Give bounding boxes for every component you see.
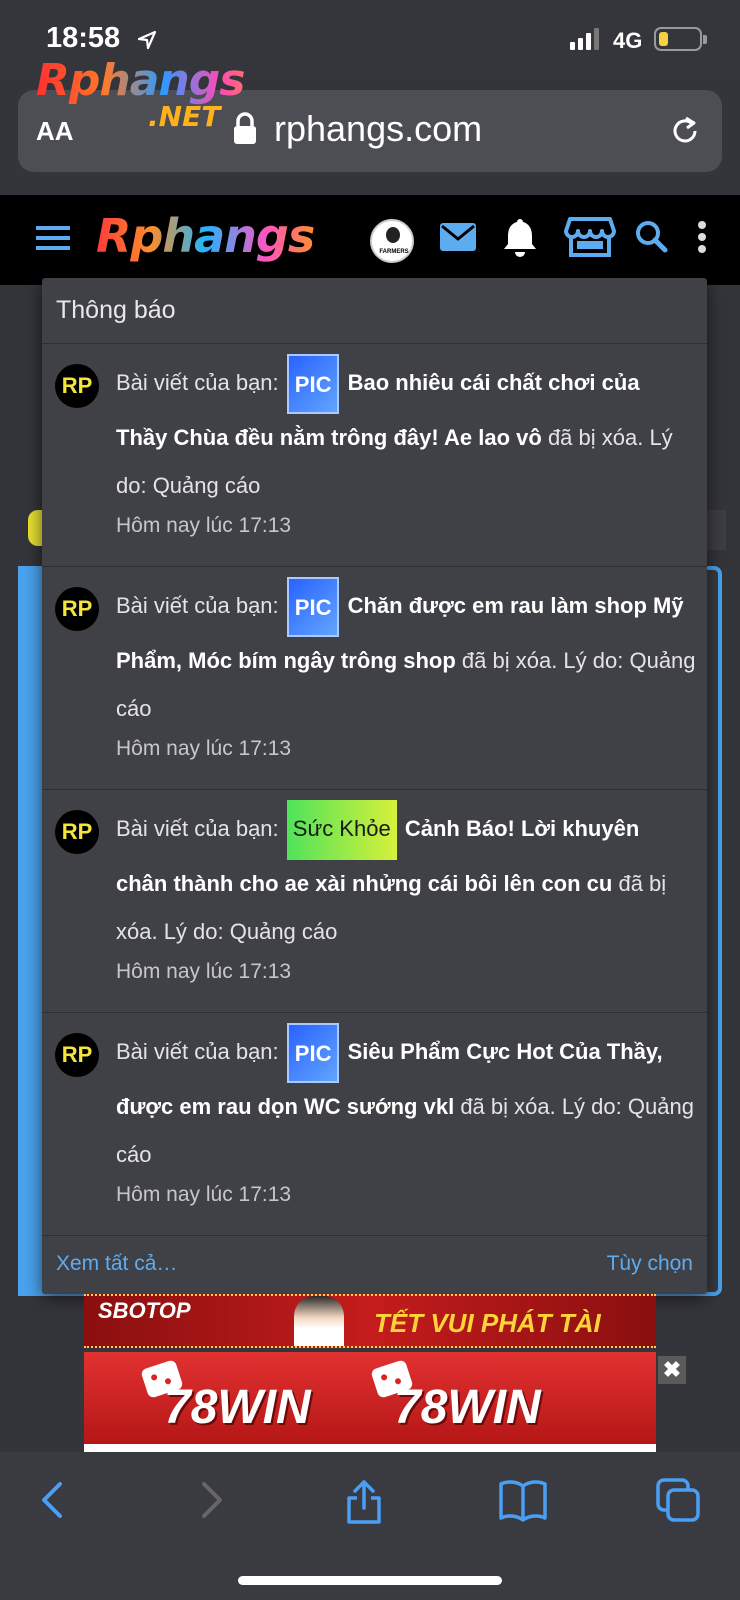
user-avatar[interactable]: FARMERS (370, 219, 414, 263)
mail-icon[interactable] (438, 215, 478, 259)
post-tag: PIC (286, 1023, 340, 1083)
search-icon[interactable] (634, 215, 668, 259)
more-vertical-icon[interactable] (694, 215, 710, 259)
notification-text: Bài viết của bạn: Sức Khỏe Cảnh Báo! Lời… (116, 800, 696, 956)
notifications-footer: Xem tất cả… Tùy chọn (42, 1236, 707, 1294)
ad-close-button[interactable]: ✖ (658, 1356, 686, 1384)
options-link[interactable]: Tùy chọn (607, 1252, 693, 1276)
ad-banner-78win[interactable]: 78WIN 78WIN (84, 1352, 656, 1452)
notifications-dropdown: Thông báo RP Bài viết của bạn: PIC Bao n… (42, 278, 707, 1294)
site-logo[interactable]: Rphangs (96, 209, 315, 263)
ad-banner-sbotop[interactable]: SBOTOP TẾT VUI PHÁT TÀI (84, 1294, 656, 1348)
bookmarks-icon[interactable] (498, 1478, 548, 1522)
url-text[interactable]: rphangs.com (274, 108, 482, 150)
notification-time: Hôm nay lúc 17:13 (116, 1183, 292, 1206)
share-icon[interactable] (344, 1478, 384, 1526)
post-tag: PIC (286, 577, 340, 637)
store-icon[interactable] (564, 215, 616, 259)
notification-time: Hôm nay lúc 17:13 (116, 737, 292, 760)
notification-text: Bài viết của bạn: PIC Chăn được em rau l… (116, 577, 696, 733)
see-all-link[interactable]: Xem tất cả… (56, 1252, 177, 1276)
notification-item[interactable]: RP Bài viết của bạn: PIC Chăn được em ra… (42, 567, 707, 790)
backdrop-block (706, 510, 726, 550)
avatar[interactable]: RP (55, 1033, 99, 1077)
battery-icon (654, 27, 707, 51)
reload-icon[interactable] (668, 114, 702, 148)
hamburger-menu-icon[interactable] (36, 225, 70, 251)
notification-time: Hôm nay lúc 17:13 (116, 514, 292, 537)
cellular-signal-icon (570, 28, 599, 50)
status-time: 18:58 (46, 22, 121, 54)
notification-text: Bài viết của bạn: PIC Bao nhiêu cái chất… (116, 354, 696, 510)
back-icon[interactable] (38, 1478, 68, 1522)
forward-icon[interactable] (196, 1478, 226, 1522)
backdrop-badge (28, 510, 42, 546)
bell-icon[interactable] (502, 215, 538, 259)
home-indicator[interactable] (238, 1576, 502, 1585)
avatar[interactable]: RP (55, 587, 99, 631)
notification-time: Hôm nay lúc 17:13 (116, 960, 292, 983)
location-arrow-icon (137, 30, 157, 50)
avatar[interactable]: RP (55, 364, 99, 408)
post-tag: PIC (286, 354, 340, 414)
avatar[interactable]: RP (55, 810, 99, 854)
tabs-icon[interactable] (656, 1478, 702, 1524)
notification-text: Bài viết của bạn: PIC Siêu Phẩm Cực Hot … (116, 1023, 696, 1179)
backdrop-panel-edge (18, 566, 44, 1296)
notification-item[interactable]: RP Bài viết của bạn: PIC Siêu Phẩm Cực H… (42, 1013, 707, 1236)
notification-item[interactable]: RP Bài viết của bạn: Sức Khỏe Cảnh Báo! … (42, 790, 707, 1013)
notifications-title: Thông báo (42, 278, 707, 344)
watermark-logo: Rphangs .NET (36, 56, 266, 140)
post-tag: Sức Khỏe (286, 800, 397, 860)
site-header: Rphangs FARMERS (0, 195, 740, 285)
notification-item[interactable]: RP Bài viết của bạn: PIC Bao nhiêu cái c… (42, 344, 707, 567)
network-type: 4G (613, 28, 643, 53)
